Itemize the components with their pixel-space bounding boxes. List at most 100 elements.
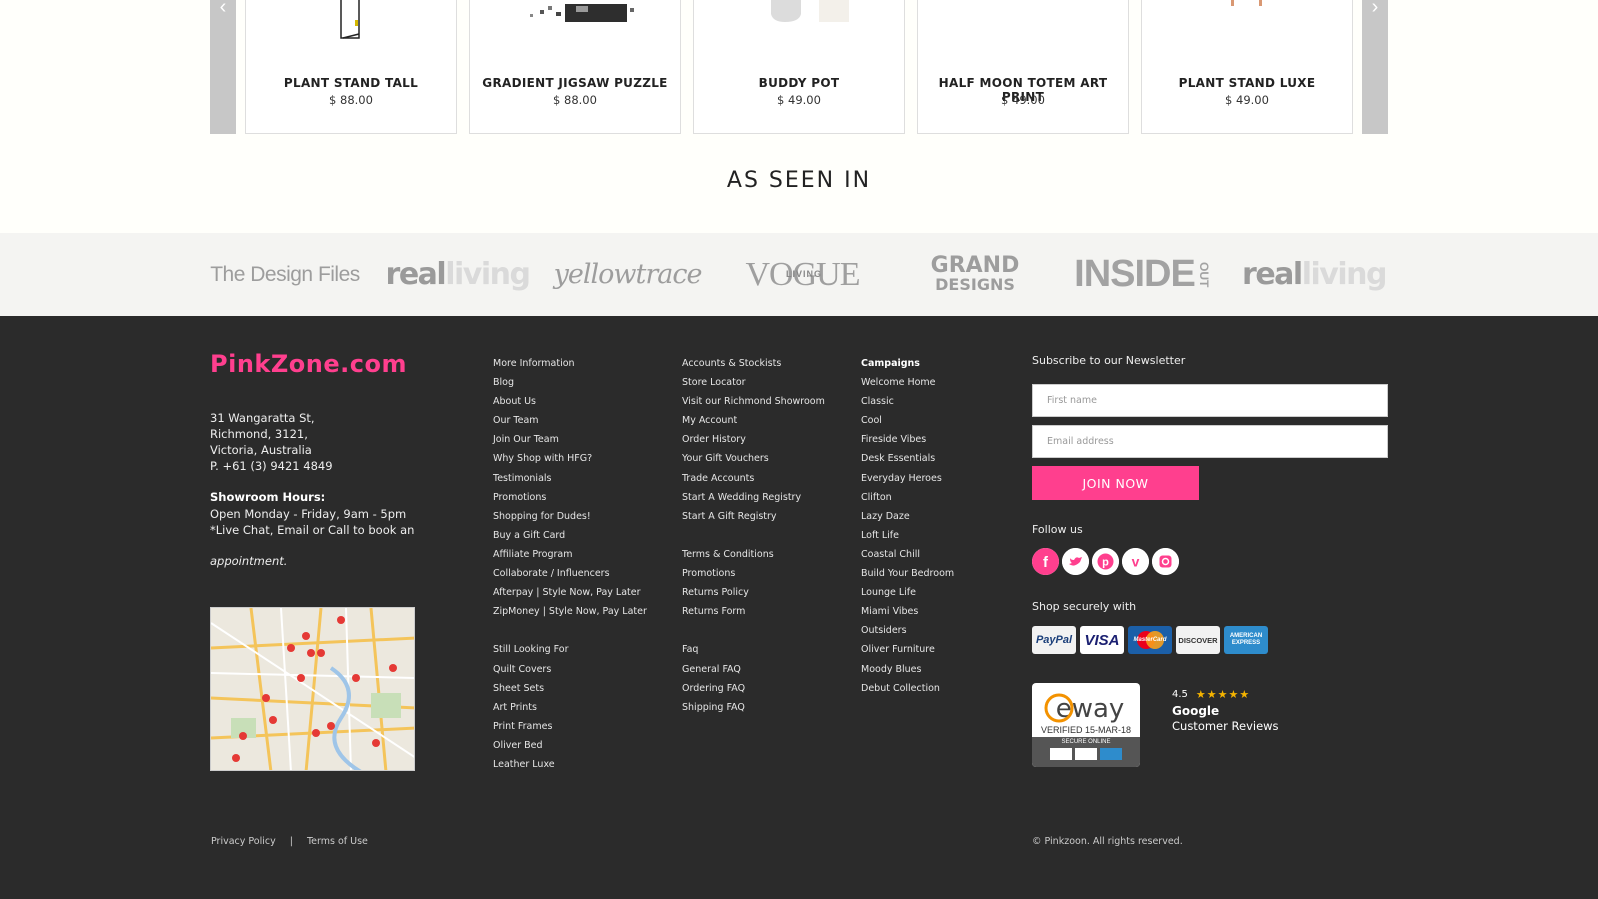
- product-price: $ 49.00: [777, 93, 821, 107]
- footer-link[interactable]: General FAQ: [682, 660, 825, 679]
- showroom-map[interactable]: [210, 607, 415, 771]
- join-now-button[interactable]: JOIN NOW: [1032, 466, 1199, 500]
- footer-link[interactable]: Store Locator: [682, 373, 825, 392]
- footer-link[interactable]: About Us: [493, 392, 647, 411]
- footer-link[interactable]: Order History: [682, 430, 825, 449]
- footer-link[interactable]: Clifton: [861, 488, 954, 507]
- footer-link[interactable]: Desk Essentials: [861, 449, 954, 468]
- hours-line: *Live Chat, Email or Call to book an: [210, 523, 415, 537]
- footer-link[interactable]: Everyday Heroes: [861, 469, 954, 488]
- store-address: 31 Wangaratta St, Richmond, 3121, Victor…: [210, 410, 333, 474]
- footer-link[interactable]: ZipMoney | Style Now, Pay Later: [493, 602, 647, 621]
- footer-link[interactable]: Lounge Life: [861, 583, 954, 602]
- footer-link[interactable]: Miami Vibes: [861, 602, 954, 621]
- product-card[interactable]: GRADIENT JIGSAW PUZZLE $ 88.00: [469, 0, 681, 134]
- footer-link[interactable]: Coastal Chill: [861, 545, 954, 564]
- footer-link[interactable]: Oliver Furniture: [861, 640, 954, 659]
- footer-link[interactable]: Lazy Daze: [861, 507, 954, 526]
- footer-link[interactable]: Loft Life: [861, 526, 954, 545]
- terms-of-use-link[interactable]: Terms of Use: [307, 836, 368, 847]
- footer-link[interactable]: Quilt Covers: [493, 660, 647, 679]
- product-card[interactable]: HALF MOON TOTEM ART PRINT $ 49.00: [917, 0, 1129, 134]
- real-living-logo-living: living: [1301, 257, 1388, 292]
- product-card[interactable]: PLANT STAND LUXE $ 49.00: [1141, 0, 1353, 134]
- footer-link[interactable]: Returns Policy: [682, 583, 825, 602]
- footer-link[interactable]: Promotions: [493, 488, 647, 507]
- appointment-note: appointment.: [210, 554, 288, 568]
- footer-link[interactable]: Returns Form: [682, 602, 825, 621]
- footer-link[interactable]: Testimonials: [493, 469, 647, 488]
- footer-link[interactable]: Accounts & Stockists: [682, 354, 825, 373]
- footer-link[interactable]: Debut Collection: [861, 679, 954, 698]
- footer-link[interactable]: Ordering FAQ: [682, 679, 825, 698]
- footer-link[interactable]: My Account: [682, 411, 825, 430]
- twitter-icon[interactable]: [1062, 548, 1089, 575]
- footer-link[interactable]: Art Prints: [493, 698, 647, 717]
- footer-link[interactable]: Afterpay | Style Now, Pay Later: [493, 583, 647, 602]
- footer-link[interactable]: Start A Gift Registry: [682, 507, 825, 526]
- footer-link[interactable]: Fireside Vibes: [861, 430, 954, 449]
- footer-link[interactable]: Outsiders: [861, 621, 954, 640]
- amex-label: AMERICAN EXPRESS: [1229, 633, 1263, 646]
- footer-link[interactable]: Affiliate Program: [493, 545, 647, 564]
- footer-link[interactable]: Promotions: [682, 564, 825, 583]
- eway-verified: VERIFIED 15-MAR-18: [1040, 725, 1132, 735]
- real-living-logo-living: living: [445, 257, 531, 292]
- footer-link[interactable]: Start A Wedding Registry: [682, 488, 825, 507]
- vogue-living-logo: VOGUE LIVING: [740, 233, 865, 316]
- svg-text:v: v: [1132, 554, 1140, 570]
- product-name[interactable]: GRADIENT JIGSAW PUZZLE: [470, 76, 680, 90]
- footer-link[interactable]: Leather Luxe: [493, 755, 647, 774]
- map-image: [211, 608, 414, 770]
- footer-link[interactable]: Classic: [861, 392, 954, 411]
- first-name-field[interactable]: [1032, 384, 1388, 417]
- footer-link[interactable]: Faq: [682, 640, 825, 659]
- footer-link[interactable]: Build Your Bedroom: [861, 564, 954, 583]
- footer-link[interactable]: Collaborate / Influencers: [493, 564, 647, 583]
- footer-link[interactable]: More Information: [493, 354, 647, 373]
- footer-link[interactable]: Shopping for Dudes!: [493, 507, 647, 526]
- carousel-prev-button[interactable]: ‹: [210, 0, 236, 134]
- product-name[interactable]: PLANT STAND TALL: [246, 76, 456, 90]
- footer-link[interactable]: Cool: [861, 411, 954, 430]
- product-list: PLANT STAND TALL $ 88.00 GRADIENT JIGSAW…: [245, 0, 1353, 134]
- brand-logo[interactable]: PinkZone.com: [210, 350, 407, 378]
- footer-link[interactable]: Visit our Richmond Showroom: [682, 392, 825, 411]
- footer-link[interactable]: Our Team: [493, 411, 647, 430]
- privacy-policy-link[interactable]: Privacy Policy: [211, 836, 276, 847]
- pinterest-icon[interactable]: p: [1092, 548, 1119, 575]
- design-files-logo-text: The Design Files: [210, 262, 360, 286]
- footer-link[interactable]: Join Our Team: [493, 430, 647, 449]
- footer-link[interactable]: Terms & Conditions: [682, 545, 825, 564]
- footer-link[interactable]: Oliver Bed: [493, 736, 647, 755]
- footer-link[interactable]: Shipping FAQ: [682, 698, 825, 717]
- product-price: $ 49.00: [1225, 93, 1269, 107]
- footer-link[interactable]: Print Frames: [493, 717, 647, 736]
- eway-badge[interactable]: eway VERIFIED 15-MAR-18 SECURE ONLINE: [1032, 683, 1140, 767]
- carousel-next-button[interactable]: ›: [1362, 0, 1388, 134]
- grand-designs-logo-bottom: DESIGNS: [935, 274, 1015, 294]
- inside-out-logo: INSIDE OUT: [1074, 233, 1211, 316]
- product-name[interactable]: BUDDY POT: [694, 76, 904, 90]
- email-field[interactable]: [1032, 425, 1388, 458]
- facebook-icon[interactable]: f: [1032, 548, 1059, 575]
- footer-link[interactable]: Sheet Sets: [493, 679, 647, 698]
- footer-link[interactable]: Buy a Gift Card: [493, 526, 647, 545]
- product-card[interactable]: PLANT STAND TALL $ 88.00: [245, 0, 457, 134]
- design-files-logo: The Design Files: [210, 233, 360, 316]
- svg-text:p: p: [1102, 557, 1109, 569]
- instagram-icon[interactable]: [1152, 548, 1179, 575]
- footer-link[interactable]: Blog: [493, 373, 647, 392]
- footer-link[interactable]: Moody Blues: [861, 660, 954, 679]
- footer-link[interactable]: Still Looking For: [493, 640, 647, 659]
- product-name[interactable]: PLANT STAND LUXE: [1142, 76, 1352, 90]
- footer-link[interactable]: Trade Accounts: [682, 469, 825, 488]
- footer-link[interactable]: Why Shop with HFG?: [493, 449, 647, 468]
- footer-link[interactable]: Your Gift Vouchers: [682, 449, 825, 468]
- product-image: [1231, 0, 1262, 6]
- product-card[interactable]: BUDDY POT $ 49.00: [693, 0, 905, 134]
- footer-link[interactable]: Welcome Home: [861, 373, 954, 392]
- vimeo-icon[interactable]: v: [1122, 548, 1149, 575]
- phone-number[interactable]: P. +61 (3) 9421 4849: [210, 458, 333, 474]
- google-reviews[interactable]: 4.5 ★★★★★ Google Customer Reviews: [1172, 688, 1279, 733]
